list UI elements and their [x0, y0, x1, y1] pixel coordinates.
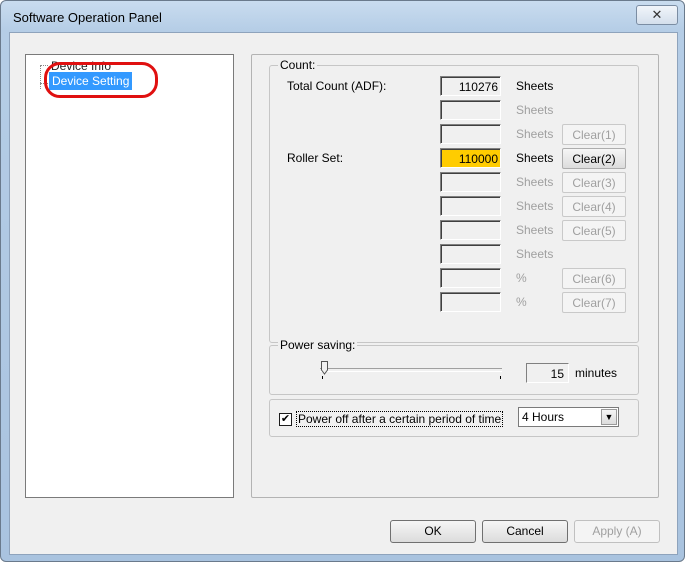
count-unit-label: %: [516, 271, 527, 285]
tree-connector-branch: [40, 65, 48, 66]
count-row-label: Total Count (ADF):: [287, 79, 387, 93]
clear-counter-button[interactable]: Clear(3): [562, 172, 626, 193]
count-unit-label: Sheets: [516, 79, 554, 93]
count-group: Count: Total Count (ADF): 110276 Sheets She…: [269, 58, 639, 343]
count-unit-label: Sheets: [516, 247, 554, 261]
clear-counter-button[interactable]: Clear(7): [562, 292, 626, 313]
count-unit-label: Sheets: [516, 175, 554, 189]
power-saving-group: Power saving: 15 minutes: [269, 338, 639, 395]
dialog-window: Software Operation Panel ✕ Device Info D…: [0, 0, 685, 562]
count-value-field: [440, 292, 501, 312]
ok-button[interactable]: OK: [390, 520, 476, 543]
count-value-field: [440, 196, 501, 216]
clear-counter-button[interactable]: Clear(2): [562, 148, 626, 169]
clear-counter-button[interactable]: Clear(5): [562, 220, 626, 241]
power-saving-group-title: Power saving:: [278, 338, 358, 352]
power-off-label[interactable]: Power off after a certain period of time: [296, 411, 504, 427]
count-value-field: [440, 268, 501, 288]
close-icon: ✕: [651, 7, 663, 22]
count-value-field: 110000: [440, 148, 501, 168]
power-saving-slider-track[interactable]: [320, 368, 502, 372]
power-saving-unit: minutes: [575, 366, 618, 380]
clear-counter-button[interactable]: Clear(6): [562, 268, 626, 289]
count-value-field: [440, 220, 501, 240]
count-row-label: Roller Set:: [287, 151, 344, 165]
count-unit-label: Sheets: [516, 199, 554, 213]
power-saving-minutes-field[interactable]: 15: [526, 363, 569, 383]
power-off-period-value: 4 Hours: [522, 410, 565, 424]
count-value-field: [440, 124, 501, 144]
count-value-field: [440, 172, 501, 192]
power-off-period-select[interactable]: 4 Hours ▼: [518, 407, 619, 427]
cancel-button[interactable]: Cancel: [482, 520, 568, 543]
dropdown-arrow-glyph: ▼: [604, 412, 614, 422]
count-unit-label: %: [516, 295, 527, 309]
device-setting-panel: Count: Total Count (ADF): 110276 Sheets She…: [251, 54, 659, 498]
slider-tick-min: [322, 376, 323, 379]
count-unit-label: Sheets: [516, 127, 554, 141]
chevron-down-icon[interactable]: ▼: [601, 409, 617, 425]
count-value-field: 110276: [440, 76, 501, 96]
count-value-field: [440, 100, 501, 120]
settings-tree: Device Info Device Setting: [25, 54, 234, 498]
tree-connector-line: [40, 65, 41, 89]
count-group-title: Count:: [278, 58, 318, 72]
count-unit-label: Sheets: [516, 103, 554, 117]
title-bar[interactable]: Software Operation Panel ✕: [1, 1, 684, 32]
power-off-checkbox[interactable]: ✔: [279, 413, 292, 426]
power-off-group: ✔ Power off after a certain period of ti…: [269, 399, 639, 437]
slider-tick-max: [500, 376, 501, 379]
check-icon: ✔: [280, 413, 291, 425]
count-unit-label: Sheets: [516, 151, 554, 165]
count-unit-label: Sheets: [516, 223, 554, 237]
power-saving-slider-thumb[interactable]: [320, 361, 328, 375]
highlight-annotation: [44, 62, 158, 98]
close-button[interactable]: ✕: [636, 5, 678, 25]
count-value-field: [440, 244, 501, 264]
clear-counter-button[interactable]: Clear(1): [562, 124, 626, 145]
window-title: Software Operation Panel: [13, 10, 162, 25]
clear-counter-button[interactable]: Clear(4): [562, 196, 626, 217]
apply-button[interactable]: Apply (A): [574, 520, 660, 543]
